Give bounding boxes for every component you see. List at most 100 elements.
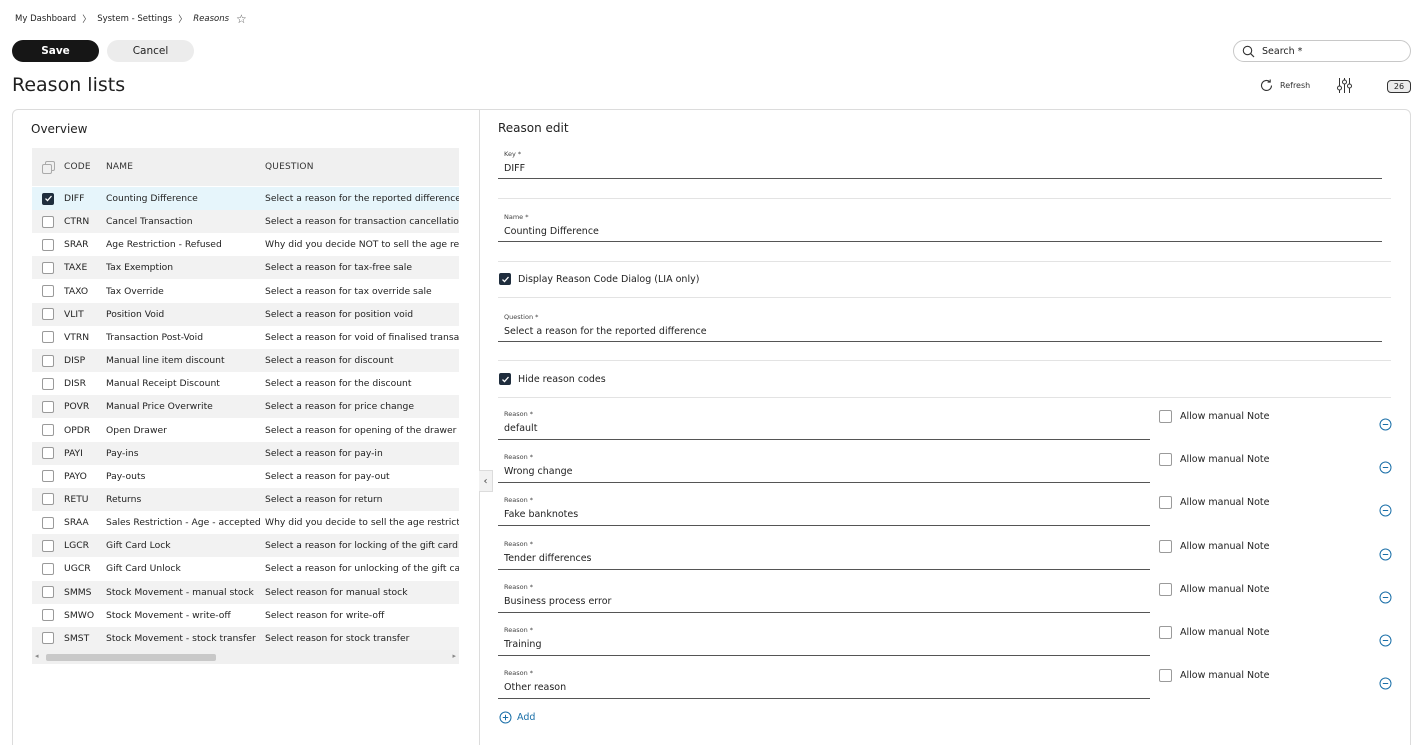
table-row[interactable]: VLIT Position Void Select a reason for pos… xyxy=(32,302,459,326)
reason-value[interactable]: Fake banknotes xyxy=(504,509,578,520)
scrollbar-thumb[interactable] xyxy=(46,654,216,661)
row-checkbox-cell[interactable] xyxy=(32,238,64,251)
table-row[interactable]: SMST Stock Movement - stock transfer Selec… xyxy=(32,626,459,650)
display-dialog-checkbox[interactable] xyxy=(499,273,511,285)
allow-note-checkbox[interactable] xyxy=(1159,669,1172,683)
row-checkbox-cell[interactable] xyxy=(32,516,64,529)
row-checkbox-cell[interactable] xyxy=(32,586,64,599)
table-row[interactable]: CTRN Cancel Transaction Select a reason fo… xyxy=(32,210,459,234)
horizontal-scrollbar[interactable]: ◂ ▸ xyxy=(32,650,459,664)
allow-note-toggle[interactable]: Allow manual Note xyxy=(1159,626,1269,639)
row-checkbox-cell[interactable] xyxy=(32,609,64,622)
row-checkbox[interactable] xyxy=(42,400,54,413)
row-checkbox-cell[interactable] xyxy=(32,539,64,552)
column-header-question[interactable]: QUESTION xyxy=(265,162,459,172)
row-checkbox[interactable] xyxy=(42,192,54,205)
row-checkbox[interactable] xyxy=(42,238,54,251)
remove-reason-icon[interactable] xyxy=(1379,461,1392,474)
table-row[interactable]: TAXO Tax Override Select a reason for tax … xyxy=(32,280,459,303)
allow-note-checkbox[interactable] xyxy=(1159,539,1172,553)
reason-field[interactable]: Reason * Other reason xyxy=(498,669,1150,700)
filter-settings-icon[interactable] xyxy=(1336,77,1353,94)
row-checkbox-cell[interactable] xyxy=(32,192,64,205)
remove-reason-icon[interactable] xyxy=(1379,677,1392,690)
row-checkbox[interactable] xyxy=(42,562,54,575)
row-checkbox-cell[interactable] xyxy=(32,493,64,506)
question-field[interactable]: Question * Select a reason for the repor… xyxy=(498,313,1382,342)
table-row[interactable]: UGCR Gift Card Unlock Select a reason for … xyxy=(32,557,459,580)
row-checkbox-cell[interactable] xyxy=(32,470,64,483)
name-field[interactable]: Name * Counting Difference xyxy=(498,213,1382,242)
allow-note-toggle[interactable]: Allow manual Note xyxy=(1159,453,1269,467)
allow-note-toggle[interactable]: Allow manual Note xyxy=(1159,539,1269,553)
hide-codes-checkbox[interactable] xyxy=(499,373,511,385)
scroll-right-icon[interactable]: ▸ xyxy=(452,652,456,660)
reason-field[interactable]: Reason * Training xyxy=(498,626,1150,656)
row-checkbox[interactable] xyxy=(42,377,54,390)
row-checkbox[interactable] xyxy=(42,516,54,529)
row-checkbox-cell[interactable] xyxy=(32,261,64,274)
table-row[interactable]: DIFF Counting Difference Select a reason f… xyxy=(32,187,459,210)
allow-note-toggle[interactable]: Allow manual Note xyxy=(1159,582,1269,596)
collapse-panel-handle[interactable]: ‹ xyxy=(479,470,493,492)
remove-reason-icon[interactable] xyxy=(1379,504,1392,517)
reason-value[interactable]: Training xyxy=(504,639,542,650)
row-checkbox[interactable] xyxy=(42,215,54,228)
reason-value[interactable]: Wrong change xyxy=(504,466,573,477)
column-header-code[interactable]: CODE xyxy=(64,162,106,172)
allow-note-checkbox[interactable] xyxy=(1159,410,1172,423)
key-field[interactable]: Key * DIFF xyxy=(498,150,1382,179)
save-button[interactable]: Save xyxy=(12,40,99,62)
row-checkbox[interactable] xyxy=(42,470,54,483)
row-checkbox-cell[interactable] xyxy=(32,632,64,645)
table-row[interactable]: DISP Manual line item discount Select a re… xyxy=(32,349,459,373)
table-row[interactable]: OPDR Open Drawer Select a reason for openi… xyxy=(32,419,459,442)
table-row[interactable]: PAYO Pay-outs Select a reason for pay-out xyxy=(32,465,459,488)
row-checkbox-cell[interactable] xyxy=(32,424,64,436)
remove-reason-icon[interactable] xyxy=(1379,418,1392,431)
row-checkbox[interactable] xyxy=(42,609,54,622)
reason-value[interactable]: Tender differences xyxy=(504,553,592,564)
reason-field[interactable]: Reason * Business process error xyxy=(498,583,1150,613)
remove-reason-icon[interactable] xyxy=(1379,591,1392,604)
reason-value[interactable]: default xyxy=(504,423,537,434)
table-row[interactable]: VTRN Transaction Post-Void Select a reason… xyxy=(32,326,459,349)
row-checkbox-cell[interactable] xyxy=(32,331,64,344)
table-row[interactable]: SMWO Stock Movement - write-off Select rea… xyxy=(32,604,459,627)
allow-note-checkbox[interactable] xyxy=(1159,453,1172,467)
favorite-star-icon[interactable]: ☆ xyxy=(236,13,247,25)
row-checkbox[interactable] xyxy=(42,331,54,344)
table-row[interactable]: DISR Manual Receipt Discount Select a reas… xyxy=(32,372,459,395)
table-row[interactable]: POVR Manual Price Overwrite Select a reaso… xyxy=(32,395,459,419)
row-checkbox-cell[interactable] xyxy=(32,400,64,413)
reason-value[interactable]: Other reason xyxy=(504,682,566,693)
row-checkbox[interactable] xyxy=(42,586,54,599)
allow-note-checkbox[interactable] xyxy=(1159,626,1172,639)
row-checkbox-cell[interactable] xyxy=(32,215,64,228)
allow-note-toggle[interactable]: Allow manual Note xyxy=(1159,669,1269,683)
reason-field[interactable]: Reason * Wrong change xyxy=(498,453,1150,484)
column-header-name[interactable]: NAME xyxy=(106,162,265,172)
table-row[interactable]: SMMS Stock Movement - manual stock Select … xyxy=(32,580,459,604)
hide-codes-toggle[interactable]: Hide reason codes xyxy=(499,373,606,385)
row-checkbox[interactable] xyxy=(42,539,54,552)
row-checkbox[interactable] xyxy=(42,354,54,367)
cancel-button[interactable]: Cancel xyxy=(107,40,194,62)
allow-note-toggle[interactable]: Allow manual Note xyxy=(1159,496,1269,510)
name-value[interactable]: Counting Difference xyxy=(504,226,599,237)
row-checkbox[interactable] xyxy=(42,632,54,645)
search-input[interactable]: Search * xyxy=(1233,40,1411,62)
allow-note-checkbox[interactable] xyxy=(1159,496,1172,510)
display-dialog-toggle[interactable]: Display Reason Code Dialog (LIA only) xyxy=(499,273,699,285)
add-reason-button[interactable]: Add xyxy=(499,711,535,724)
reason-field[interactable]: Reason * default xyxy=(498,410,1150,440)
table-row[interactable]: SRAA Sales Restriction - Age - accepted Wh… xyxy=(32,511,459,534)
row-checkbox-cell[interactable] xyxy=(32,285,64,298)
row-checkbox[interactable] xyxy=(42,261,54,274)
row-checkbox[interactable] xyxy=(42,493,54,506)
reason-field[interactable]: Reason * Fake banknotes xyxy=(498,496,1150,527)
key-value[interactable]: DIFF xyxy=(504,163,525,174)
panel-divider[interactable] xyxy=(479,109,480,745)
remove-reason-icon[interactable] xyxy=(1379,548,1392,561)
breadcrumb-settings[interactable]: System - Settings xyxy=(97,14,172,24)
